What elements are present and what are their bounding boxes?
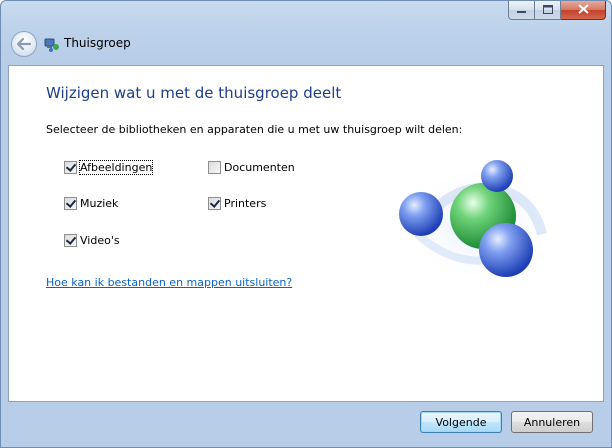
maximize-icon	[542, 4, 553, 16]
checkbox-muziek-box[interactable]	[64, 197, 77, 210]
checkbox-printers[interactable]: Printers	[208, 197, 266, 210]
checkbox-documenten[interactable]: Documenten	[208, 161, 295, 174]
instruction-text: Selecteer de bibliotheken en apparaten d…	[46, 123, 463, 136]
homegroup-icon	[44, 37, 60, 53]
close-icon	[577, 3, 589, 17]
exclude-files-link[interactable]: Hoe kan ik bestanden en mappen uitsluite…	[46, 276, 292, 289]
window-title: Thuisgroep	[64, 36, 131, 50]
caption-buttons	[508, 1, 606, 21]
maximize-button[interactable]	[535, 1, 561, 20]
checkbox-videos[interactable]: Video's	[64, 234, 120, 247]
checkbox-printers-box[interactable]	[208, 197, 221, 210]
next-button[interactable]: Volgende	[420, 411, 502, 433]
back-button[interactable]	[11, 31, 37, 57]
checkbox-label: Afbeeldingen	[78, 160, 154, 175]
checkbox-videos-box[interactable]	[64, 234, 77, 247]
back-arrow-icon	[17, 38, 31, 50]
homegroup-orbs-icon	[392, 154, 552, 294]
checkbox-muziek[interactable]: Muziek	[64, 197, 118, 210]
minimize-button[interactable]	[508, 1, 535, 20]
checkbox-label: Muziek	[80, 197, 119, 210]
homegroup-window: Thuisgroep Wijzigen wat u met de thuisgr…	[0, 0, 612, 448]
checkbox-label: Video's	[80, 234, 120, 247]
dialog-footer: Volgende Annuleren	[1, 402, 611, 447]
minimize-icon	[517, 5, 526, 16]
cancel-button[interactable]: Annuleren	[511, 411, 593, 433]
checkbox-afbeeldingen-box[interactable]	[64, 161, 77, 174]
checkbox-label: Documenten	[224, 161, 295, 174]
close-button[interactable]	[561, 1, 606, 20]
checkbox-documenten-box[interactable]	[208, 161, 221, 174]
content-pane: Wijzigen wat u met de thuisgroep deelt S…	[8, 65, 604, 402]
checkbox-label: Printers	[224, 197, 267, 210]
checkbox-afbeeldingen[interactable]: Afbeeldingen	[64, 160, 154, 175]
page-heading: Wijzigen wat u met de thuisgroep deelt	[46, 84, 342, 102]
